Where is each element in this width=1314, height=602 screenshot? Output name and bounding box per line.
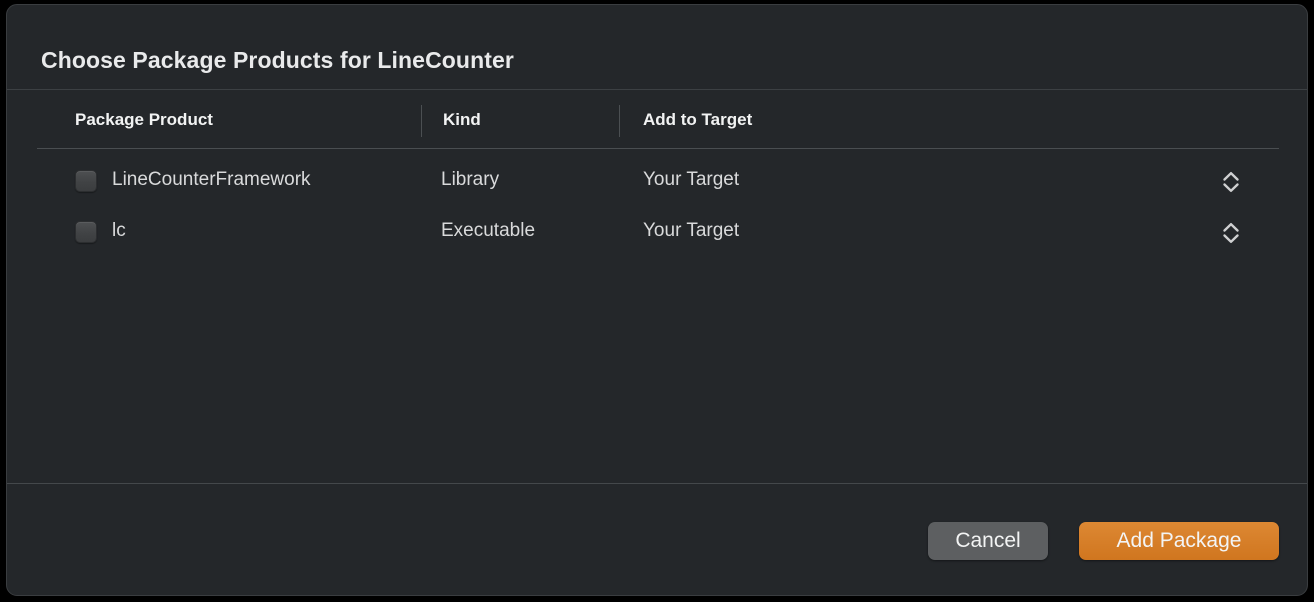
column-header-package-product[interactable]: Package Product [75,110,213,130]
product-target[interactable]: Your Target [643,169,739,191]
dialog-titlebar: Choose Package Products for LineCounter [7,5,1307,89]
header-rule [37,148,1279,149]
table-header: Package Product Kind Add to Target [7,90,1307,149]
cancel-button[interactable]: Cancel [928,522,1048,560]
product-target[interactable]: Your Target [643,220,739,242]
dialog-footer: Cancel Add Package [7,484,1307,595]
table-row[interactable]: lc Executable Your Target [7,208,1307,259]
add-package-button[interactable]: Add Package [1079,522,1279,560]
column-divider-2[interactable] [619,105,620,137]
product-checkbox[interactable] [75,221,97,243]
product-name: LineCounterFramework [112,169,311,190]
product-name: lc [112,220,126,241]
column-divider-1[interactable] [421,105,422,137]
column-header-add-to-target[interactable]: Add to Target [643,110,752,130]
choose-package-products-dialog: Choose Package Products for LineCounter … [6,4,1308,596]
column-header-kind[interactable]: Kind [443,110,481,130]
product-kind: Executable [441,220,536,241]
stepper-updown-icon[interactable] [1218,219,1244,247]
package-products-list: LineCounterFramework Library Your Target… [7,157,1307,259]
product-kind: Library [441,169,500,190]
dialog-title: Choose Package Products for LineCounter [41,47,514,73]
stepper-updown-icon[interactable] [1218,168,1244,196]
table-row[interactable]: LineCounterFramework Library Your Target [7,157,1307,208]
product-checkbox[interactable] [75,170,97,192]
